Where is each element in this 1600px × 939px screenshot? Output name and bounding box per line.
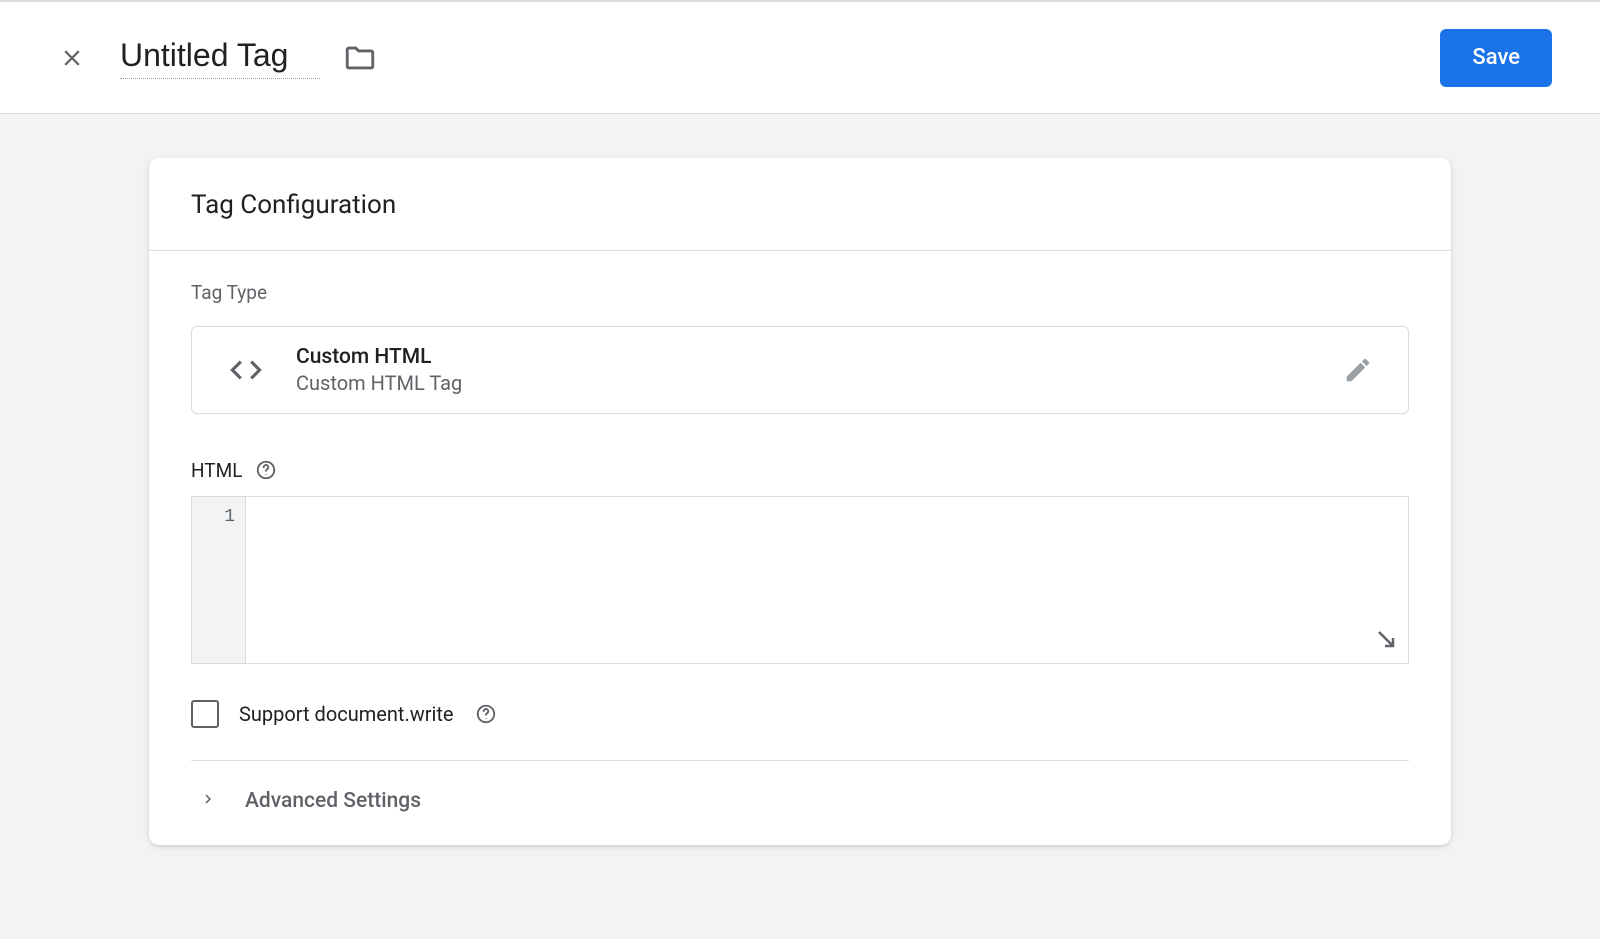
document-write-help-button[interactable]	[474, 702, 498, 726]
folder-icon	[343, 41, 377, 75]
advanced-settings-label: Advanced Settings	[245, 789, 421, 813]
advanced-settings-toggle[interactable]: Advanced Settings	[191, 761, 1409, 845]
pencil-icon	[1343, 355, 1373, 385]
resize-icon	[1374, 627, 1398, 651]
tag-type-text: Custom HTML Custom HTML Tag	[296, 345, 1338, 395]
tag-configuration-card: Tag Configuration Tag Type Custom HTML C…	[149, 158, 1451, 845]
help-icon	[255, 459, 277, 481]
html-label: HTML	[191, 459, 242, 482]
header-bar: Save	[0, 2, 1600, 114]
html-help-button[interactable]	[254, 458, 278, 482]
card-body: Tag Type Custom HTML Custom HTML Tag HTM…	[149, 251, 1451, 845]
line-number: 1	[192, 507, 235, 527]
html-code-editor[interactable]: 1	[191, 496, 1409, 664]
resize-handle[interactable]	[1374, 627, 1398, 655]
tag-type-name: Custom HTML	[296, 345, 1338, 369]
chevron-right-icon	[199, 790, 217, 812]
content-area: Tag Configuration Tag Type Custom HTML C…	[0, 114, 1600, 845]
code-gutter: 1	[192, 497, 246, 663]
tag-type-label: Tag Type	[191, 281, 1409, 304]
edit-tag-type-button[interactable]	[1338, 350, 1378, 390]
card-header: Tag Configuration	[149, 158, 1451, 251]
close-icon	[59, 45, 85, 71]
tag-type-subtitle: Custom HTML Tag	[296, 371, 1338, 395]
save-button[interactable]: Save	[1440, 29, 1552, 87]
code-icon	[222, 346, 270, 394]
card-title: Tag Configuration	[191, 190, 1409, 220]
document-write-checkbox[interactable]	[191, 700, 219, 728]
code-textarea[interactable]	[246, 497, 1408, 663]
html-label-row: HTML	[191, 458, 1409, 482]
close-button[interactable]	[48, 34, 96, 82]
document-write-label: Support document.write	[239, 702, 454, 726]
help-icon	[475, 703, 497, 725]
folder-button[interactable]	[340, 38, 380, 78]
tag-name-input[interactable]	[120, 37, 320, 79]
tag-type-selector[interactable]: Custom HTML Custom HTML Tag	[191, 326, 1409, 414]
document-write-row: Support document.write	[191, 700, 1409, 761]
